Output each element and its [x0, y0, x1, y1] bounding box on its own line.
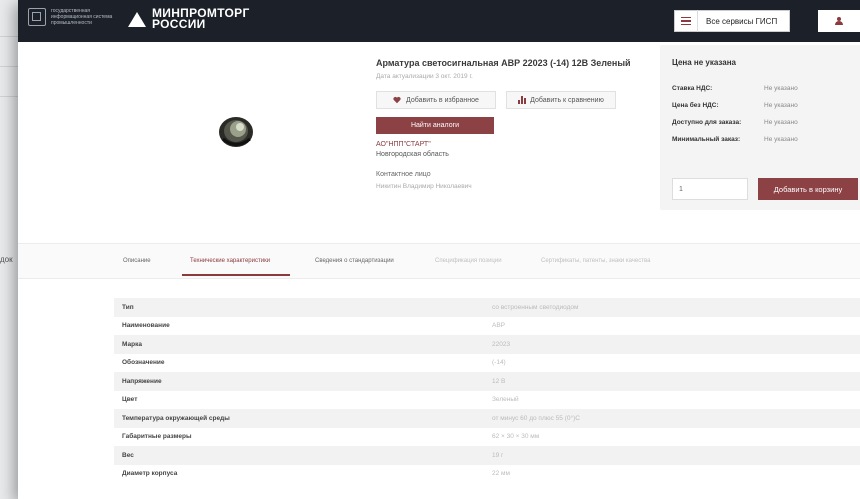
table-row: Наименование АВР	[114, 317, 860, 336]
spec-value: 12 В	[492, 377, 506, 385]
tab-description[interactable]: Описание	[123, 258, 151, 264]
vat-rate-value: Не указано	[764, 85, 798, 92]
spec-key: Габаритные размеры	[122, 433, 192, 441]
ministry-logo[interactable]: МИНПРОМТОРГ РОССИИ	[128, 7, 250, 31]
add-to-favorites-label: Добавить в избранное	[406, 96, 479, 104]
contact-person-name: Никитин Владимир Николаевич	[376, 183, 472, 190]
ministry-line-2: РОССИИ	[152, 17, 206, 31]
background-text: док	[0, 255, 13, 264]
gisp-logo-text: государственная информационная система п…	[51, 8, 113, 26]
vat-rate-label: Ставка НДС:	[672, 85, 713, 92]
available-label: Доступно для заказа:	[672, 119, 742, 126]
ministry-logo-icon	[128, 11, 146, 27]
table-row: Температура окружающей среды от минус 60 …	[114, 409, 860, 428]
ministry-logo-text: МИНПРОМТОРГ РОССИИ	[152, 7, 250, 31]
gisp-logo[interactable]: государственная информационная система п…	[28, 8, 121, 26]
table-row: Обозначение (-14)	[114, 354, 860, 373]
price-status: Цена не указана	[672, 58, 736, 67]
contact-person-label: Контактное лицо	[376, 171, 431, 178]
add-to-cart-button[interactable]: Добавить в корзину	[758, 178, 858, 200]
spec-value: АВР	[492, 322, 506, 330]
table-row: Габаритные размеры 62 × 30 × 30 мм	[114, 428, 860, 447]
tab-technical-specs[interactable]: Технические характеристики	[190, 258, 270, 264]
bar-chart-icon	[518, 96, 527, 104]
background-divider	[0, 96, 18, 97]
quantity-input[interactable]: 1	[672, 178, 748, 200]
min-order-label: Минимальный заказ:	[672, 136, 741, 143]
background-divider	[0, 36, 18, 37]
heart-icon	[393, 96, 401, 104]
price-panel: Цена не указана Ставка НДС: Не указано Ц…	[660, 45, 860, 210]
spec-key: Тип	[122, 303, 134, 311]
spec-key: Температура окружающей среды	[122, 414, 230, 422]
price-without-vat-label: Цена без НДС:	[672, 102, 719, 109]
product-image	[219, 117, 253, 147]
spec-value: Зеленый	[492, 396, 519, 404]
spec-value: от минус 60 до плюс 55 (0°)С	[492, 414, 580, 422]
hamburger-menu-icon	[675, 10, 698, 32]
spec-key: Цвет	[122, 396, 138, 404]
background-divider	[0, 66, 18, 67]
spec-key: Наименование	[122, 322, 170, 330]
all-services-button[interactable]: Все сервисы ГИСП	[674, 10, 790, 32]
background-panel	[0, 0, 18, 499]
spec-key: Диаметр корпуса	[122, 470, 178, 478]
table-row: Диаметр корпуса 22 мм	[114, 465, 860, 484]
available-value: Не указано	[764, 119, 798, 126]
spec-value: 62 × 30 × 30 мм	[492, 433, 540, 441]
product-page-window: государственная информационная система п…	[18, 0, 860, 499]
spec-value: (-14)	[492, 359, 506, 367]
add-to-compare-button[interactable]: Добавить к сравнению	[506, 91, 616, 109]
top-header: государственная информационная система п…	[18, 0, 860, 42]
active-tab-indicator	[182, 274, 290, 276]
find-analogs-button[interactable]: Найти аналоги	[376, 117, 494, 134]
all-services-label: Все сервисы ГИСП	[706, 16, 778, 26]
table-row: Марка 22023	[114, 335, 860, 354]
table-row: Цвет Зеленый	[114, 391, 860, 410]
specs-table: Тип со встроенным светодиодом Наименовани…	[114, 298, 860, 483]
table-row: Напряжение 12 В	[114, 372, 860, 391]
gisp-logo-icon	[28, 8, 46, 26]
min-order-value: Не указано	[764, 136, 798, 143]
update-date: Дата актуализации 3 окт. 2019 г.	[376, 73, 473, 80]
spec-value: 19 г	[492, 451, 504, 459]
spec-key: Напряжение	[122, 377, 162, 385]
add-to-compare-label: Добавить к сравнению	[530, 96, 604, 104]
supplier-link[interactable]: АО"НПП"СТАРТ"	[376, 141, 431, 148]
tab-certificates: Сертификаты, патенты, знаки качества	[541, 258, 651, 264]
product-title: Арматура светосигнальная АВР 22023 (-14)…	[376, 58, 631, 68]
spec-key: Вес	[122, 451, 134, 459]
spec-value: 22023	[492, 340, 511, 348]
user-icon	[835, 17, 843, 25]
spec-value: со встроенным светодиодом	[492, 303, 579, 311]
table-row: Вес 19 г	[114, 446, 860, 465]
spec-key: Марка	[122, 340, 142, 348]
supplier-region: Новгородская область	[376, 151, 449, 158]
table-row: Тип со встроенным светодиодом	[114, 298, 860, 317]
price-without-vat-value: Не указано	[764, 102, 798, 109]
tab-standardization[interactable]: Сведения о стандартизации	[315, 258, 394, 264]
spec-value: 22 мм	[492, 470, 510, 478]
add-to-favorites-button[interactable]: Добавить в избранное	[376, 91, 496, 109]
tab-item-specification: Спецификация позиции	[435, 258, 502, 264]
spec-key: Обозначение	[122, 359, 165, 367]
tabs-bar: Описание Технические характеристики Свед…	[18, 243, 860, 279]
user-account-button[interactable]	[818, 10, 860, 32]
